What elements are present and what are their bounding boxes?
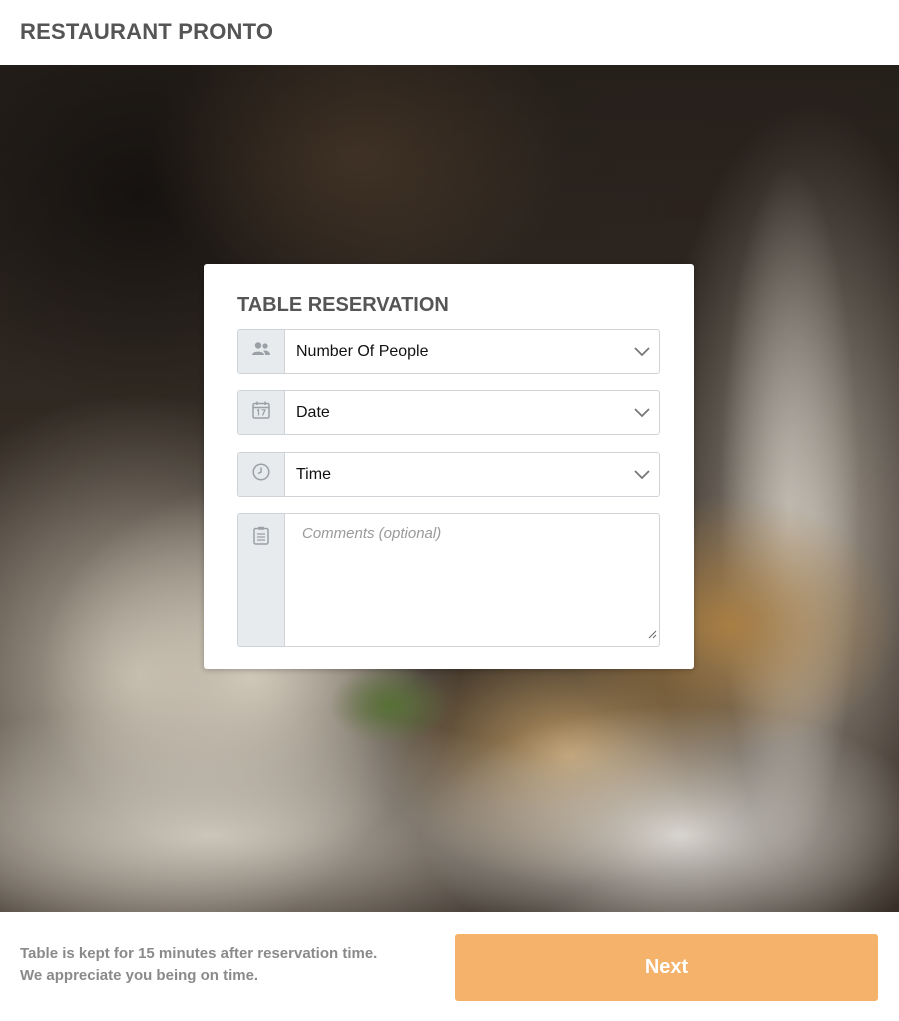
time-addon — [238, 453, 285, 496]
header: RESTAURANT PRONTO — [0, 0, 899, 65]
footer: Table is kept for 15 minutes after reser… — [0, 912, 899, 1021]
calendar-icon — [252, 401, 270, 424]
people-value: Number Of People — [296, 342, 429, 360]
date-select[interactable]: Date — [237, 390, 660, 435]
chevron-down-icon — [625, 453, 659, 496]
notepad-icon — [253, 526, 269, 550]
next-button[interactable]: Next — [455, 934, 878, 1001]
date-addon — [238, 391, 285, 434]
reservation-title: TABLE RESERVATION — [237, 294, 449, 316]
clock-icon — [252, 463, 270, 486]
time-select[interactable]: Time — [237, 452, 660, 497]
date-value: Date — [296, 403, 330, 421]
reservation-note: Table is kept for 15 minutes after reser… — [20, 943, 377, 987]
chevron-down-icon — [625, 391, 659, 434]
note-line-1: Table is kept for 15 minutes after reser… — [20, 945, 378, 962]
comments-placeholder: Comments (optional) — [302, 525, 442, 542]
people-icon — [251, 341, 271, 362]
people-addon — [238, 330, 285, 373]
reservation-card: TABLE RESERVATION Number Of People Date … — [204, 264, 694, 669]
chevron-down-icon — [625, 330, 659, 373]
people-select[interactable]: Number Of People — [237, 329, 660, 374]
time-value: Time — [296, 465, 331, 483]
comments-textarea[interactable]: Comments (optional) — [237, 513, 660, 647]
comments-addon — [238, 514, 285, 646]
resize-handle-icon[interactable] — [647, 626, 657, 644]
brand-title: RESTAURANT PRONTO — [20, 19, 274, 44]
note-line-2: We appreciate you being on time. — [20, 967, 259, 984]
